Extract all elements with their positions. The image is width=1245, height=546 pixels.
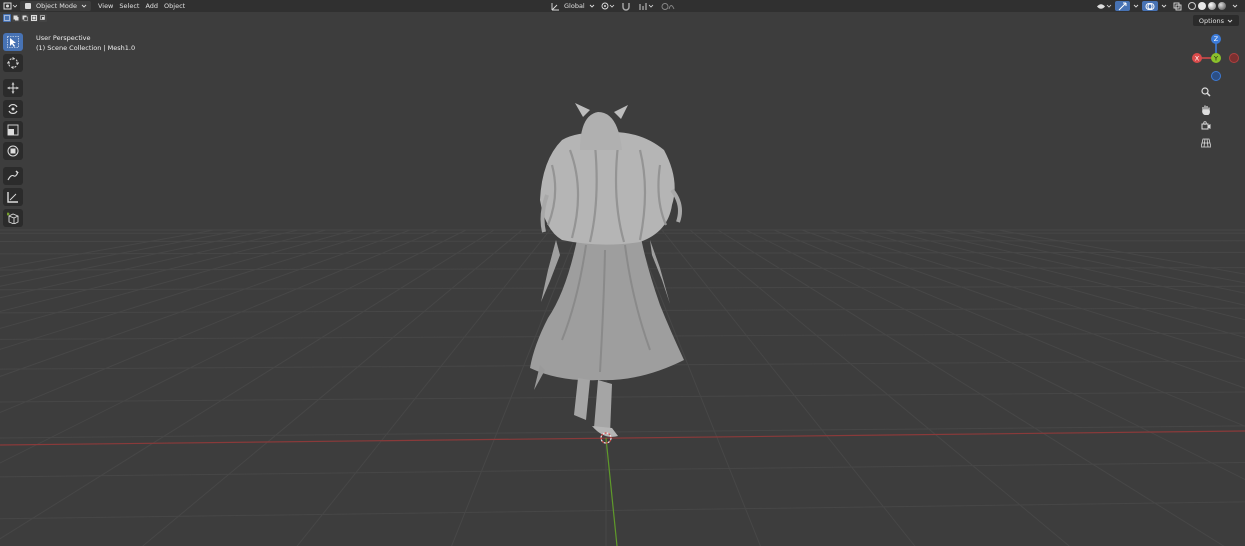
- y-axis-line: [605, 437, 618, 546]
- tool-scale[interactable]: [3, 121, 23, 139]
- camera-view-button[interactable]: [1198, 118, 1214, 134]
- tool-transform[interactable]: [3, 142, 23, 160]
- overlays-toggle[interactable]: [1142, 1, 1158, 11]
- mode-dropdown[interactable]: Object Mode: [20, 1, 91, 11]
- view-name: User Perspective: [36, 34, 91, 42]
- shading-dropdown[interactable]: [1229, 0, 1241, 12]
- rotate-icon: [8, 103, 18, 115]
- tool-shelf: [3, 33, 26, 230]
- 3d-cursor-icon: [7, 57, 19, 69]
- add-cube-icon: [7, 212, 19, 224]
- pencil-icon: [7, 170, 19, 181]
- tool-annotate[interactable]: [3, 167, 23, 185]
- zoom-button[interactable]: [1198, 84, 1214, 100]
- chevron-down-icon: [1232, 4, 1238, 8]
- viewport-info: User Perspective (1) Scene Collection | …: [36, 33, 135, 53]
- gizmo-icon: [1118, 2, 1127, 10]
- chevron-down-icon: [81, 4, 87, 8]
- select-subtract-button[interactable]: [21, 14, 29, 22]
- options-button[interactable]: Options: [1192, 15, 1239, 26]
- select-invert-icon: [31, 15, 37, 21]
- mode-label: Object Mode: [36, 2, 77, 10]
- magnifier-icon: [1201, 87, 1211, 97]
- rendered-shading-button[interactable]: [1218, 2, 1226, 10]
- select-subtract-icon: [22, 15, 28, 21]
- proportional-editing-toggle[interactable]: [658, 0, 678, 12]
- editor-type-button[interactable]: [0, 0, 20, 12]
- tool-add-cube[interactable]: [3, 209, 23, 227]
- snap-increment-icon: [639, 2, 654, 10]
- 3d-viewport[interactable]: [0, 12, 1245, 546]
- collection-info: (1) Scene Collection | Mesh1.0: [36, 44, 136, 52]
- overlays-dropdown[interactable]: [1158, 0, 1170, 12]
- shading-modes: [1185, 0, 1229, 12]
- header-center-tools: Global: [548, 0, 678, 12]
- tool-cursor[interactable]: [3, 54, 23, 72]
- options-label: Options: [1198, 16, 1224, 25]
- xray-icon: [1173, 2, 1182, 10]
- move-icon: [7, 82, 19, 94]
- gizmo-dropdown[interactable]: [1130, 0, 1142, 12]
- wireframe-shading-button[interactable]: [1188, 2, 1196, 10]
- visibility-dropdown[interactable]: [1093, 0, 1115, 12]
- magnet-icon: [622, 2, 630, 11]
- select-cursor-icon: [7, 36, 19, 48]
- editor-type-icon: [3, 2, 17, 9]
- chevron-down-icon: [1161, 4, 1167, 8]
- transform-orientation-label: Global: [564, 2, 585, 10]
- xray-toggle[interactable]: [1170, 0, 1185, 12]
- tool-move[interactable]: [3, 79, 23, 97]
- eye-icon: [1097, 3, 1112, 9]
- perspective-toggle-button[interactable]: [1198, 135, 1214, 151]
- object-mode-icon: [25, 3, 31, 9]
- x-axis-label: X: [1195, 54, 1200, 62]
- select-invert-button[interactable]: [30, 14, 38, 22]
- gizmo-toggle[interactable]: [1115, 1, 1130, 11]
- tool-rotate[interactable]: [3, 100, 23, 118]
- pivot-icon: [601, 2, 615, 10]
- z-axis-label: Z: [1214, 35, 1219, 43]
- scale-icon: [7, 124, 19, 136]
- proportional-edit-icon: [661, 2, 675, 10]
- pan-button[interactable]: [1198, 101, 1214, 117]
- menu-view[interactable]: View: [95, 0, 116, 12]
- chevron-down-icon: [1227, 19, 1233, 23]
- viewport-header: Object Mode View Select Add Object Globa…: [0, 0, 1245, 12]
- chevron-down-icon: [589, 4, 595, 8]
- tool-select-box[interactable]: [3, 33, 23, 51]
- select-extend-button[interactable]: [12, 14, 20, 22]
- negative-x-handle[interactable]: [1229, 53, 1239, 63]
- select-intersect-button[interactable]: [39, 14, 47, 22]
- select-extend-icon: [13, 15, 19, 21]
- navigation-gizmo[interactable]: Z X Y: [1190, 30, 1245, 85]
- tool-measure[interactable]: [3, 188, 23, 206]
- overlays-icon: [1145, 2, 1155, 10]
- chevron-down-icon: [1133, 4, 1139, 8]
- select-new-button[interactable]: [3, 14, 11, 22]
- y-axis-label: Y: [1213, 54, 1218, 62]
- transform-orientation-dropdown[interactable]: Global: [548, 0, 598, 12]
- negative-z-handle[interactable]: [1211, 71, 1221, 81]
- hand-icon: [1202, 105, 1210, 115]
- snap-target-dropdown[interactable]: [636, 0, 658, 12]
- pivot-point-dropdown[interactable]: [598, 0, 618, 12]
- solid-shading-button[interactable]: [1198, 2, 1206, 10]
- menu-add[interactable]: Add: [142, 0, 161, 12]
- transform-icon: [7, 145, 19, 157]
- snap-toggle[interactable]: [618, 0, 636, 12]
- select-mode-group: [3, 14, 47, 22]
- select-new-icon: [4, 15, 10, 21]
- camera-icon: [1201, 121, 1211, 130]
- header-right-tools: [1093, 0, 1241, 12]
- select-intersect-icon: [40, 15, 45, 20]
- grid-perspective-icon: [1201, 138, 1211, 148]
- material-shading-button[interactable]: [1208, 2, 1216, 10]
- character-mesh[interactable]: [530, 103, 684, 437]
- menu-select[interactable]: Select: [116, 0, 142, 12]
- orientation-icon: [551, 2, 559, 10]
- menu-object[interactable]: Object: [161, 0, 188, 12]
- ruler-icon: [7, 192, 18, 203]
